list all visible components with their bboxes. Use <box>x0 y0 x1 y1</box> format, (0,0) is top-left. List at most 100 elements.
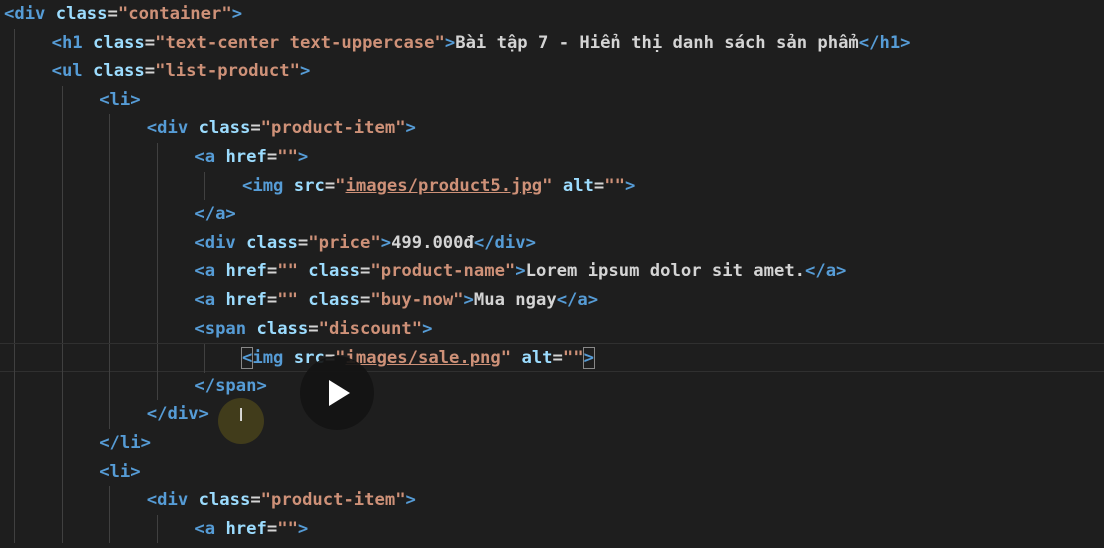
indent-guide <box>61 200 63 229</box>
indent-guide <box>61 457 63 487</box>
play-button[interactable] <box>300 356 374 430</box>
code-text: <img src="images/sale.png" alt=""> <box>240 344 595 373</box>
code-line[interactable]: </li> <box>0 429 1104 458</box>
code-line[interactable]: <ul class="list-product"> <box>0 57 1104 86</box>
code-line[interactable]: <a href=""> <box>0 143 1104 172</box>
indent-guide <box>14 257 15 286</box>
code-editor[interactable]: <div class="container"> <h1 class="text-c… <box>0 0 1104 548</box>
code-token-str: "" <box>277 290 298 310</box>
code-line[interactable]: <li> <box>0 457 1104 487</box>
indent-guide <box>109 400 111 429</box>
indent-guide <box>14 28 15 58</box>
indent-guide <box>14 429 15 458</box>
code-line[interactable]: <div class="product-item"> <box>0 114 1104 143</box>
code-line[interactable]: <a href="" class="product-name">Lorem ip… <box>0 257 1104 286</box>
indent-guide <box>156 286 158 315</box>
code-line[interactable]: <span class="discount"> <box>0 314 1104 344</box>
indent-guide <box>14 57 15 86</box>
code-token-tag: <h1 <box>51 32 83 53</box>
code-token-tag: > <box>297 518 309 539</box>
i-beam-cursor-icon: I <box>238 405 244 426</box>
indent-guide <box>14 200 15 229</box>
code-line[interactable]: </a> <box>0 200 1104 229</box>
code-token-tag: > <box>297 147 309 167</box>
indent-guide <box>109 228 111 258</box>
code-line[interactable]: </span> <box>0 371 1104 401</box>
code-token-tag: </div> <box>146 404 209 425</box>
indent-guide <box>156 200 158 229</box>
code-line[interactable]: </div> <box>0 400 1104 429</box>
code-token-attr: href <box>225 290 267 310</box>
code-token-eq: = <box>297 232 309 253</box>
code-token-eq: = <box>144 61 156 82</box>
code-token-tag: </span> <box>194 375 267 396</box>
indent-guide <box>61 344 63 373</box>
code-text: <a href=""> <box>194 515 308 544</box>
code-line[interactable]: <img src="images/product5.jpg" alt=""> <box>0 171 1104 201</box>
code-token-eq: = <box>324 175 336 196</box>
indent-guide <box>14 114 15 143</box>
indent-guide <box>14 143 15 172</box>
code-line[interactable]: <a href=""> <box>0 514 1104 544</box>
code-token-txt: 499.000đ <box>391 232 474 253</box>
code-line[interactable]: <h1 class="text-center text-uppercase">B… <box>0 28 1104 58</box>
code-token-str: "product-item" <box>260 118 406 139</box>
code-token-tag: > <box>405 118 416 139</box>
code-token-tag: <a <box>194 147 216 167</box>
indent-guide <box>14 171 15 201</box>
code-token-tag: <li> <box>99 461 141 482</box>
indent-guide <box>156 257 158 286</box>
indent-guide <box>14 457 15 487</box>
code-token-tag: > <box>380 232 392 253</box>
code-token-tag: > <box>405 490 416 511</box>
code-token-tag: <a <box>194 518 216 539</box>
code-token-str: "" <box>277 518 298 539</box>
indent-guide <box>61 486 63 515</box>
code-token-txt: Mua ngay <box>473 290 557 310</box>
code-token-eq: = <box>144 32 156 53</box>
code-token-str: "discount" <box>318 318 423 339</box>
code-token-str: "product-name" <box>370 261 516 282</box>
code-token-tag: </a> <box>556 290 599 310</box>
code-text: </a> <box>194 200 235 229</box>
code-text: <div class="product-item"> <box>147 486 416 515</box>
indent-guide <box>156 143 158 172</box>
code-token-str: "" <box>604 175 625 196</box>
code-token-tag: < <box>240 347 254 370</box>
indent-guide <box>14 286 15 315</box>
indent-guide <box>61 143 63 172</box>
code-token-tag: > <box>231 4 243 24</box>
code-line[interactable]: <li> <box>0 85 1104 115</box>
code-token-attr: class <box>93 61 145 82</box>
code-token-eq: = <box>250 118 261 139</box>
code-token-attr: href <box>225 518 267 539</box>
code-token-tag: <img <box>242 175 284 196</box>
indent-guide <box>61 257 63 286</box>
indent-guide <box>14 514 15 544</box>
code-line[interactable]: <div class="price">499.000đ</div> <box>0 228 1104 258</box>
code-token-eq: = <box>107 4 118 24</box>
code-line[interactable]: <div class="container"> <box>0 0 1104 29</box>
code-token-txt: Lorem ipsum dolor sit amet. <box>525 261 806 282</box>
code-token-attr: class <box>308 261 361 282</box>
code-token-tag: </div> <box>473 232 536 253</box>
indent-guide <box>109 257 111 286</box>
code-line[interactable]: <a href="" class="buy-now">Mua ngay</a> <box>0 286 1104 315</box>
code-text: <li> <box>99 458 140 487</box>
code-line[interactable]: <div class="product-item"> <box>0 486 1104 515</box>
indent-guide <box>61 400 63 429</box>
indent-guide <box>61 114 63 143</box>
code-token-attr: class <box>198 490 251 511</box>
code-line[interactable]: <img src="images/sale.png" alt=""> <box>0 343 1104 373</box>
code-token-str: "buy-now" <box>370 290 464 310</box>
indent-guide <box>109 114 111 143</box>
play-icon <box>329 380 350 406</box>
